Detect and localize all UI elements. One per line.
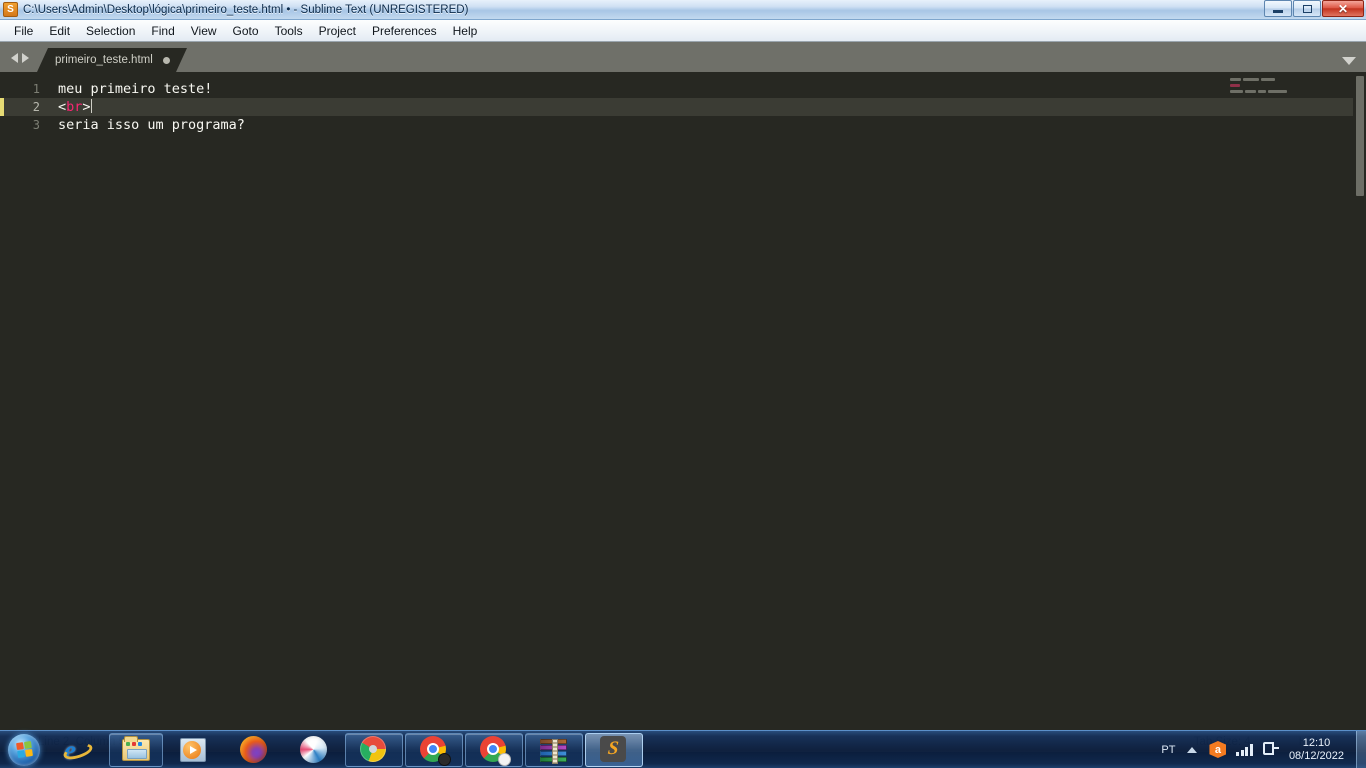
swirl-app-icon <box>300 735 328 764</box>
menu-item-edit[interactable]: Edit <box>41 22 78 40</box>
menu-item-tools[interactable]: Tools <box>267 22 311 40</box>
taskbar-item-sublime-text[interactable]: S <box>585 732 643 767</box>
minimize-button[interactable] <box>1264 0 1292 17</box>
chrome-canary-icon <box>480 735 511 766</box>
menu-item-view[interactable]: View <box>183 22 225 40</box>
taskbar-item-windows-media-player[interactable] <box>165 733 223 767</box>
menu-item-preferences[interactable]: Preferences <box>364 22 445 40</box>
maximize-button[interactable] <box>1293 0 1321 17</box>
language-indicator[interactable]: PT <box>1161 744 1175 756</box>
chevron-up-icon[interactable] <box>1187 746 1198 753</box>
menu-item-project[interactable]: Project <box>311 22 364 40</box>
windows-media-player-icon <box>180 736 208 764</box>
sublime-text-icon: S <box>600 735 628 764</box>
menu-item-selection[interactable]: Selection <box>78 22 143 40</box>
start-button[interactable] <box>1 732 47 768</box>
minimize-icon <box>1273 9 1283 13</box>
window-title: C:\Users\Admin\Desktop\lógica\primeiro_t… <box>23 3 469 16</box>
unsaved-changes-icon <box>163 57 170 64</box>
network-signal-icon[interactable] <box>1236 743 1253 756</box>
code-content[interactable]: meu primeiro teste! <br> seria isso um p… <box>54 72 1366 730</box>
chevron-right-icon[interactable] <box>22 53 29 63</box>
avast-icon[interactable] <box>1209 741 1227 758</box>
line-number: 2 <box>0 98 54 116</box>
vertical-scrollbar[interactable] <box>1353 72 1366 730</box>
sublime-text-icon: S <box>3 2 18 17</box>
taskbar-item-swirl-app[interactable] <box>285 733 343 767</box>
code-editor[interactable]: 1 2 3 meu primeiro teste! <br> seria iss… <box>0 72 1366 730</box>
text-caret <box>90 99 92 113</box>
menu-item-find[interactable]: Find <box>143 22 182 40</box>
chevron-left-icon[interactable] <box>11 53 18 63</box>
taskbar-item-firefox[interactable] <box>225 733 283 767</box>
active-line-marker <box>0 98 4 116</box>
maximize-icon <box>1302 4 1312 13</box>
code-token: > <box>82 99 91 115</box>
window-controls: ✕ <box>1264 0 1364 17</box>
scrollbar-thumb[interactable] <box>1356 76 1364 196</box>
code-line[interactable]: meu primeiro teste! <box>54 80 1366 98</box>
winrar-icon <box>540 736 568 764</box>
pie-chart-icon <box>360 735 388 764</box>
internet-explorer-icon: e <box>61 736 95 764</box>
taskbar-item-internet-explorer[interactable]: e <box>49 733 107 767</box>
line-number-gutter: 1 2 3 <box>0 72 54 730</box>
tab-primeiro-teste-html[interactable]: primeiro_teste.html <box>37 48 187 72</box>
clock-date: 08/12/2022 <box>1288 749 1344 762</box>
code-line[interactable]: seria isso um programa? <box>54 116 1366 134</box>
system-tray: PT 12:10 08/12/2022 <box>1161 730 1366 768</box>
code-token: < <box>58 99 67 115</box>
menu-item-goto[interactable]: Goto <box>225 22 267 40</box>
taskbar-item-winrar[interactable] <box>525 732 583 767</box>
title-bar: S C:\Users\Admin\Desktop\lógica\primeiro… <box>0 0 1366 20</box>
windows-start-orb-icon <box>8 733 40 766</box>
taskbar-item-chrome-dev[interactable] <box>405 732 463 767</box>
taskbar-item-windows-explorer[interactable] <box>109 732 163 767</box>
clock-time: 12:10 <box>1302 736 1331 749</box>
minimap-line <box>1230 78 1350 82</box>
line-number: 3 <box>32 118 40 132</box>
close-button[interactable]: ✕ <box>1322 0 1364 17</box>
minimap-line <box>1230 84 1350 88</box>
chrome-dev-icon <box>420 735 451 766</box>
show-desktop-button[interactable] <box>1356 730 1366 768</box>
menu-bar: File Edit Selection Find View Goto Tools… <box>0 20 1366 42</box>
code-token: meu primeiro teste! <box>58 81 213 97</box>
tab-navigation <box>0 53 37 72</box>
minimap[interactable] <box>1230 78 1350 718</box>
menu-item-help[interactable]: Help <box>445 22 486 40</box>
sublime-text-window: S C:\Users\Admin\Desktop\lógica\primeiro… <box>0 0 1366 752</box>
chevron-down-icon[interactable] <box>1342 57 1356 65</box>
windows-explorer-icon <box>122 735 150 764</box>
menu-item-file[interactable]: File <box>6 22 41 40</box>
tab-bar: primeiro_teste.html <box>0 42 1366 72</box>
firefox-icon <box>240 735 268 764</box>
taskbar-item-pie-app[interactable] <box>345 732 403 767</box>
code-token-tag: br <box>66 99 83 115</box>
taskbar-item-chrome-canary[interactable] <box>465 732 523 767</box>
line-number: 1 <box>32 82 40 96</box>
windows-logo-icon <box>15 741 33 758</box>
minimap-line <box>1230 90 1350 94</box>
close-icon: ✕ <box>1337 1 1349 16</box>
code-token: seria isso um programa? <box>58 117 245 133</box>
taskbar: e S PT a 12:10 08/12/2022 <box>0 730 1366 768</box>
code-line-active[interactable]: <br> <box>54 98 1366 116</box>
power-plug-icon[interactable] <box>1262 742 1279 757</box>
tab-label: primeiro_teste.html <box>55 54 153 66</box>
clock[interactable]: 12:10 08/12/2022 <box>1289 737 1344 763</box>
